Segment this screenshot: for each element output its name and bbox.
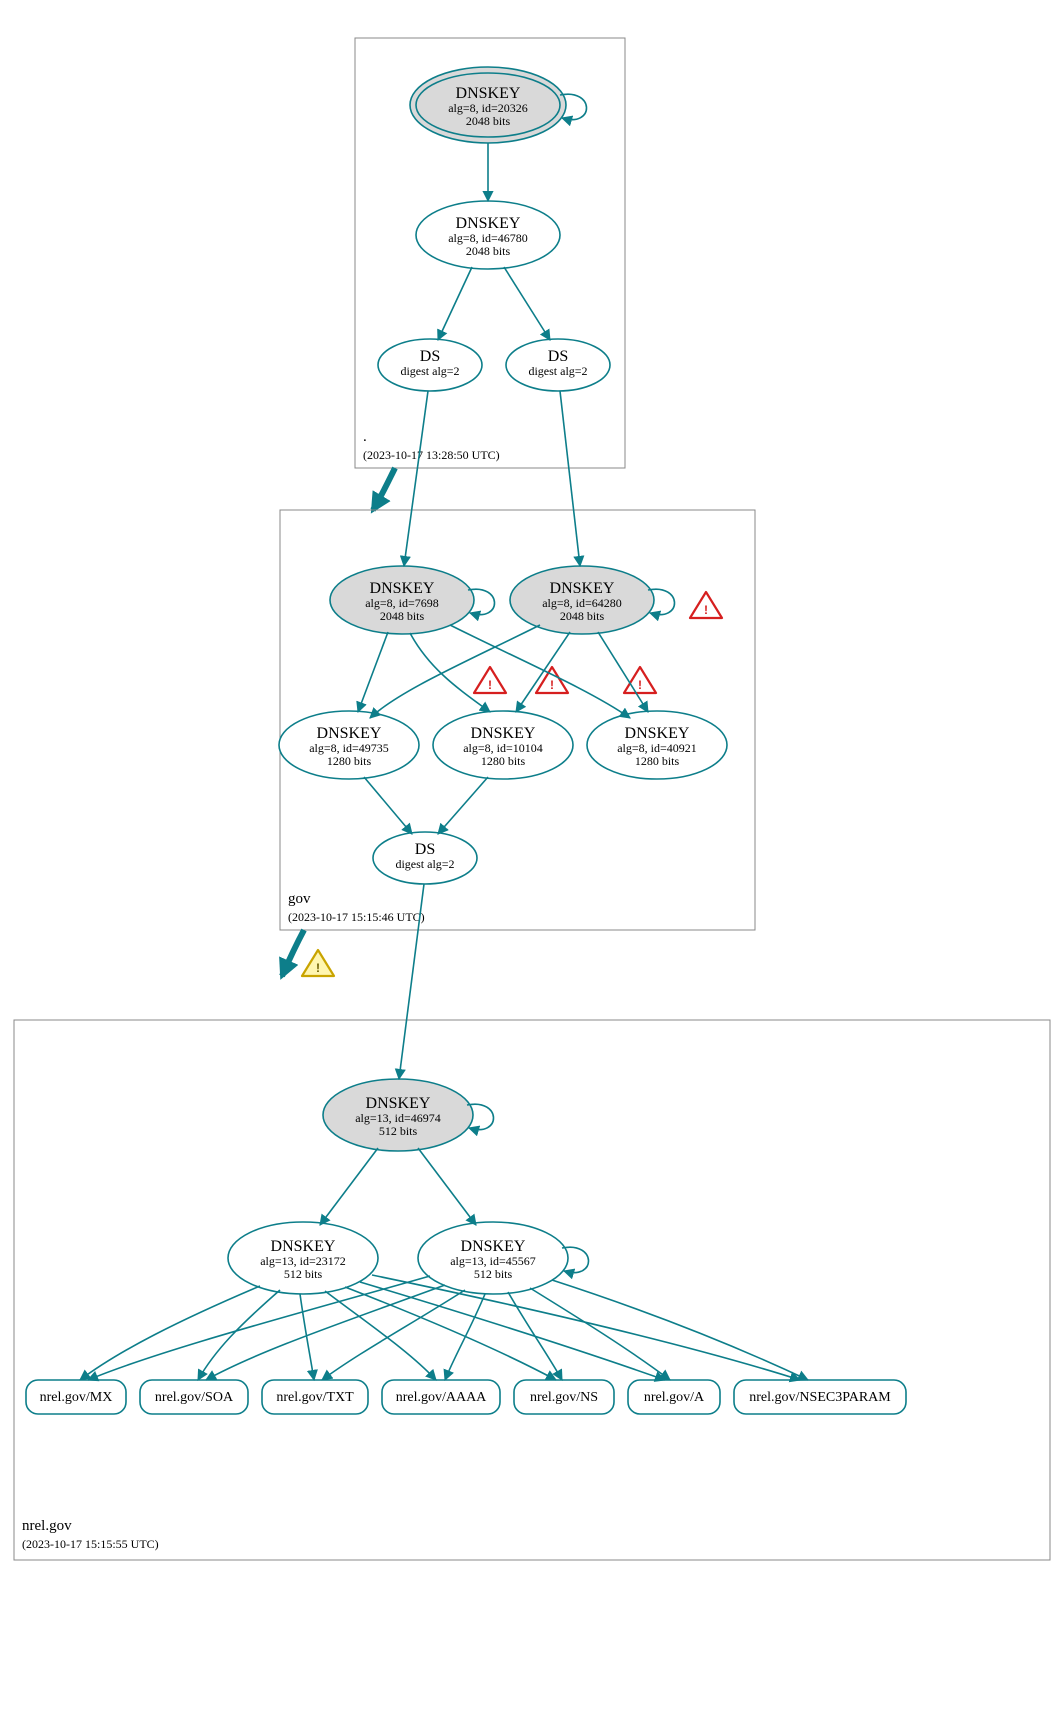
svg-text:alg=13, id=23172: alg=13, id=23172 [260, 1254, 346, 1268]
svg-text:DNSKEY: DNSKEY [271, 1238, 336, 1255]
svg-text:DNSKEY: DNSKEY [471, 725, 536, 742]
svg-text:!: ! [704, 603, 708, 617]
node-gov-ksk2: DNSKEY alg=8, id=64280 2048 bits [510, 566, 675, 634]
svg-text:1280 bits: 1280 bits [327, 754, 372, 768]
svg-text:nrel.gov/NSEC3PARAM: nrel.gov/NSEC3PARAM [749, 1390, 891, 1405]
svg-text:!: ! [550, 678, 554, 692]
zone-root-timestamp: (2023-10-17 13:28:50 UTC) [363, 448, 500, 462]
edge-gov-zsk2-to-ds [438, 777, 488, 834]
svg-text:nrel.gov/A: nrel.gov/A [644, 1390, 705, 1405]
node-root-ds1: DS digest alg=2 [378, 339, 482, 391]
svg-text:DNSKEY: DNSKEY [625, 725, 690, 742]
svg-text:DNSKEY: DNSKEY [317, 725, 382, 742]
svg-text:DNSKEY: DNSKEY [456, 215, 521, 232]
svg-text:!: ! [638, 678, 642, 692]
svg-text:nrel.gov/MX: nrel.gov/MX [40, 1390, 113, 1405]
node-root-ksk: DNSKEY alg=8, id=20326 2048 bits [410, 67, 587, 143]
node-nrel-ksk: DNSKEY alg=13, id=46974 512 bits [323, 1079, 494, 1151]
node-root-ds2: DS digest alg=2 [506, 339, 610, 391]
svg-text:nrel.gov/TXT: nrel.gov/TXT [276, 1390, 354, 1405]
svg-text:alg=8, id=40921: alg=8, id=40921 [617, 741, 697, 755]
zone-gov-name: gov [288, 891, 311, 907]
svg-text:!: ! [316, 961, 320, 975]
node-nrel-zsk1: DNSKEY alg=13, id=23172 512 bits [228, 1222, 378, 1294]
svg-text:DS: DS [415, 841, 435, 858]
warning-icon-gov-ksk2: ! [690, 592, 722, 618]
zone-root-name: . [363, 429, 367, 445]
edge-gov-zsk1-to-ds [364, 777, 412, 834]
edge-ds1-to-gov-ksk1 [404, 391, 428, 566]
rr-nodes: nrel.gov/MX nrel.gov/SOA nrel.gov/TXT nr… [26, 1380, 906, 1414]
svg-text:2048 bits: 2048 bits [466, 244, 511, 258]
svg-text:digest alg=2: digest alg=2 [400, 364, 459, 378]
zone-nrel-name: nrel.gov [22, 1518, 72, 1534]
svg-text:DNSKEY: DNSKEY [550, 580, 615, 597]
svg-text:digest alg=2: digest alg=2 [528, 364, 587, 378]
svg-text:1280 bits: 1280 bits [635, 754, 680, 768]
svg-text:1280 bits: 1280 bits [481, 754, 526, 768]
svg-text:!: ! [488, 678, 492, 692]
node-gov-zsk3: DNSKEY alg=8, id=40921 1280 bits [587, 711, 727, 779]
svg-text:2048 bits: 2048 bits [560, 609, 605, 623]
dnssec-diagram: . (2023-10-17 13:28:50 UTC) DNSKEY alg=8… [0, 0, 1063, 1721]
edge-root-zsk-to-ds1 [438, 267, 472, 340]
svg-text:nrel.gov/NS: nrel.gov/NS [530, 1390, 598, 1405]
zone-gov-timestamp: (2023-10-17 15:15:46 UTC) [288, 910, 425, 924]
warning-icon-delegation-nrel: ! [302, 950, 334, 976]
svg-text:DNSKEY: DNSKEY [366, 1095, 431, 1112]
svg-text:digest alg=2: digest alg=2 [395, 857, 454, 871]
node-gov-zsk1: DNSKEY alg=8, id=49735 1280 bits [279, 711, 419, 779]
svg-text:DNSKEY: DNSKEY [370, 580, 435, 597]
svg-text:alg=8, id=46780: alg=8, id=46780 [448, 231, 528, 245]
svg-text:alg=8, id=20326: alg=8, id=20326 [448, 101, 528, 115]
svg-text:alg=8, id=49735: alg=8, id=49735 [309, 741, 389, 755]
svg-text:nrel.gov/SOA: nrel.gov/SOA [155, 1390, 234, 1405]
zone-nrel-timestamp: (2023-10-17 15:15:55 UTC) [22, 1537, 159, 1551]
svg-text:DS: DS [548, 348, 568, 365]
edge-ds2-to-gov-ksk2 [560, 391, 580, 566]
svg-text:DS: DS [420, 348, 440, 365]
svg-text:2048 bits: 2048 bits [380, 609, 425, 623]
svg-text:alg=8, id=7698: alg=8, id=7698 [365, 596, 439, 610]
svg-text:alg=13, id=45567: alg=13, id=45567 [450, 1254, 536, 1268]
svg-text:512 bits: 512 bits [474, 1267, 513, 1281]
svg-text:2048 bits: 2048 bits [466, 114, 511, 128]
svg-text:512 bits: 512 bits [379, 1124, 418, 1138]
svg-text:DNSKEY: DNSKEY [456, 85, 521, 102]
svg-text:512 bits: 512 bits [284, 1267, 323, 1281]
svg-text:DNSKEY: DNSKEY [461, 1238, 526, 1255]
svg-text:nrel.gov/AAAA: nrel.gov/AAAA [396, 1390, 487, 1405]
warning-icon-gov-zsk2: ! [474, 667, 506, 693]
node-gov-zsk2: DNSKEY alg=8, id=10104 1280 bits [433, 711, 573, 779]
svg-text:alg=8, id=64280: alg=8, id=64280 [542, 596, 622, 610]
node-gov-ksk1: DNSKEY alg=8, id=7698 2048 bits [330, 566, 495, 634]
svg-text:alg=8, id=10104: alg=8, id=10104 [463, 741, 543, 755]
edge-delegation-gov-to-nrel [282, 930, 304, 976]
edge-delegation-root-to-gov [373, 468, 395, 510]
node-root-zsk: DNSKEY alg=8, id=46780 2048 bits [416, 201, 560, 269]
svg-text:alg=13, id=46974: alg=13, id=46974 [355, 1111, 441, 1125]
edge-root-zsk-to-ds2 [504, 267, 550, 340]
node-gov-ds: DS digest alg=2 [373, 832, 477, 884]
